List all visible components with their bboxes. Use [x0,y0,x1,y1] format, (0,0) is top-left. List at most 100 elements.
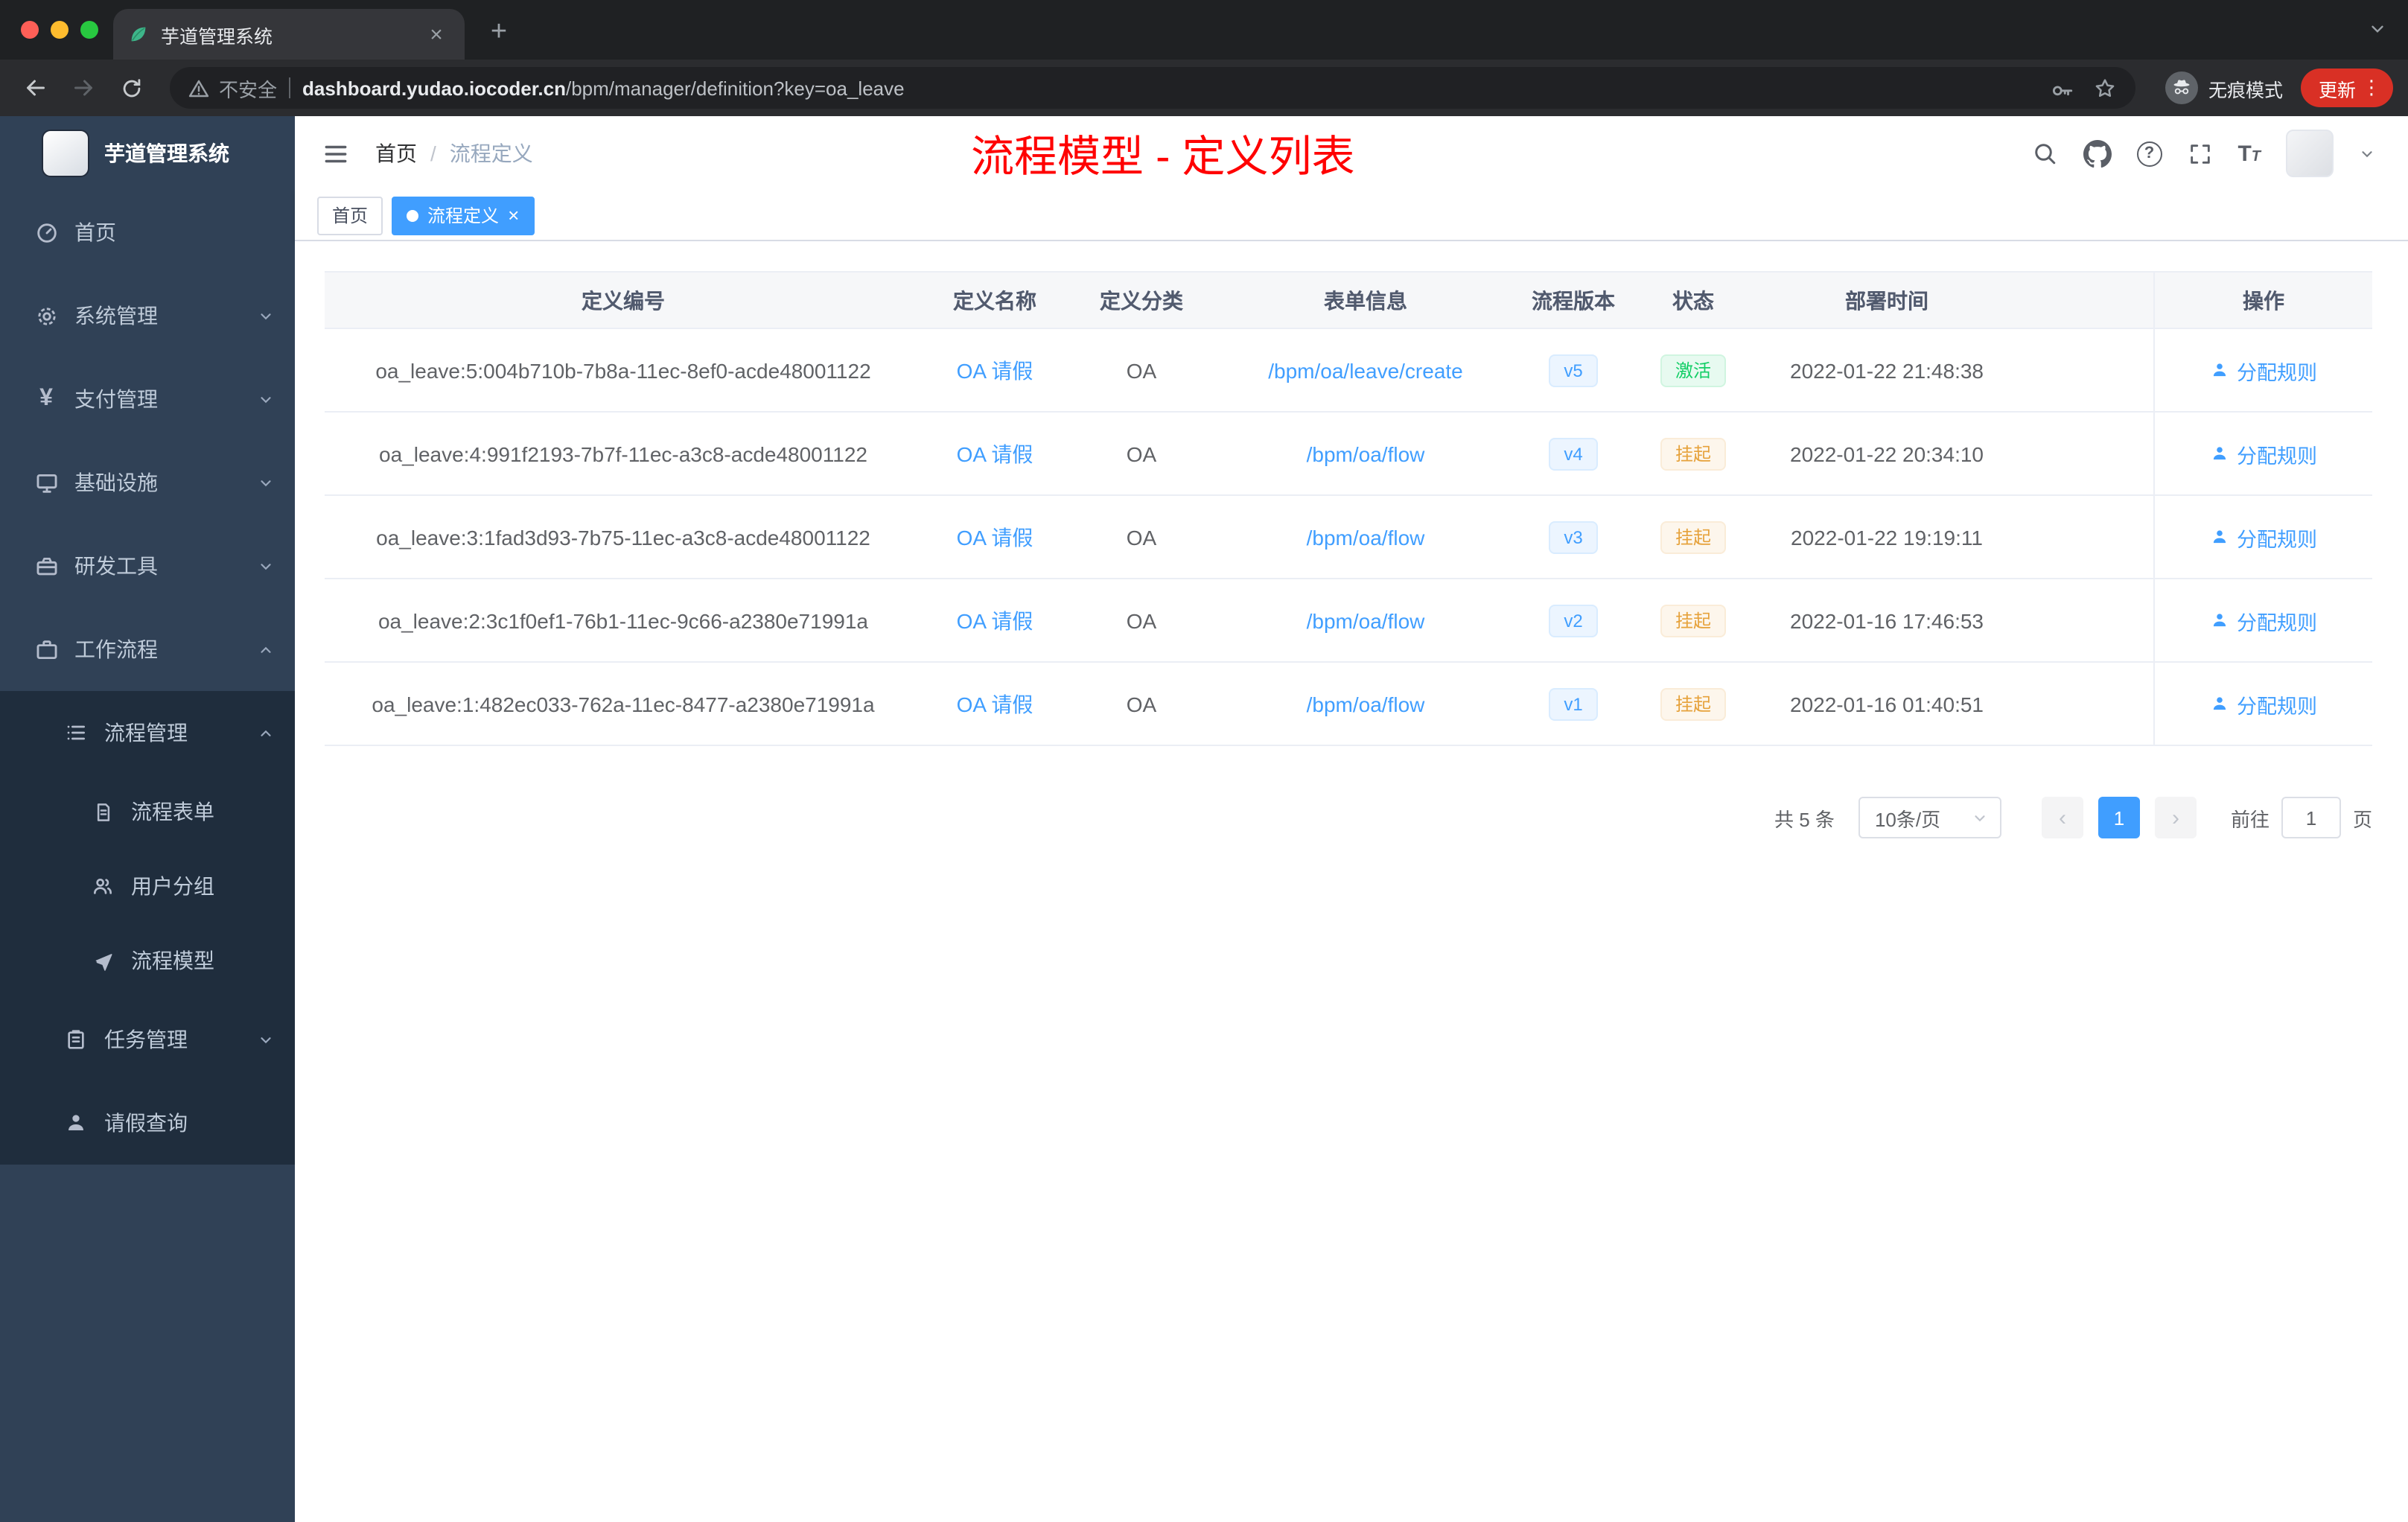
assign-rule-link[interactable]: 分配规则 [2210,355,2317,385]
cell-deploy-time: 2022-01-16 01:40:51 [1790,692,1984,716]
monitor-icon [33,470,60,495]
column-header-form-info: 表单信息 [1324,288,1407,312]
password-key-icon[interactable] [2049,75,2074,101]
cell-category: OA [1126,608,1157,632]
browser-toolbar: 不安全 dashboard.yudao.iocoder.cn/bpm/manag… [0,60,2408,116]
form-info-link[interactable]: /bpm/oa/flow [1307,692,1425,716]
tab-search-caret-icon[interactable] [2368,19,2387,39]
breadcrumb: 首页 / 流程定义 [375,138,533,168]
definition-name-link[interactable]: OA 请假 [957,608,1033,632]
back-button[interactable] [15,67,57,109]
list-icon [63,721,89,745]
tab-close-icon[interactable]: × [423,21,450,48]
dashboard-icon [33,220,60,245]
person-icon [63,1111,89,1135]
user-avatar[interactable] [2286,130,2334,177]
assign-rule-link[interactable]: 分配规则 [2210,439,2317,468]
cell-definition-id: oa_leave:2:3c1f0ef1-76b1-11ec-9c66-a2380… [378,608,868,632]
new-tab-button[interactable]: + [480,13,518,52]
help-icon[interactable]: ? [2136,141,2162,166]
definition-name-link[interactable]: OA 请假 [957,442,1033,465]
bookmark-star-icon[interactable] [2092,75,2118,101]
table-row: oa_leave:1:482ec033-762a-11ec-8477-a2380… [325,663,2372,746]
incognito-badge: 无痕模式 [2165,71,2283,104]
cell-deploy-time: 2022-01-22 19:19:11 [1791,525,1983,549]
pagination-total: 共 5 条 [1774,808,1835,830]
cell-definition-id: oa_leave:5:004b710b-7b8a-11ec-8ef0-acde4… [375,358,871,382]
sidebar-item-user-group[interactable]: 用户分组 [0,849,295,923]
minimize-window-button[interactable] [51,21,69,39]
next-page-button[interactable]: › [2154,797,2197,838]
paper-plane-icon [89,949,116,972]
sidebar-item-payment-management[interactable]: ¥ 支付管理 [0,357,295,441]
avatar-caret-icon[interactable] [2359,145,2375,162]
reload-button[interactable] [110,67,152,109]
form-info-link[interactable]: /bpm/oa/flow [1307,525,1425,549]
prev-page-button[interactable]: ‹ [2041,797,2083,838]
goto-page-input[interactable] [2281,797,2341,838]
definition-name-link[interactable]: OA 请假 [957,525,1033,549]
cell-deploy-time: 2022-01-22 20:34:10 [1790,442,1984,465]
form-info-link[interactable]: /bpm/oa/leave/create [1268,358,1463,382]
tag-close-icon[interactable]: × [508,206,519,225]
column-header-status: 状态 [1672,288,1714,312]
hamburger-icon[interactable] [319,137,351,170]
definition-name-link[interactable]: OA 请假 [957,358,1033,382]
column-header-actions: 操作 [2153,273,2372,328]
form-info-link[interactable]: /bpm/oa/flow [1307,442,1425,465]
goto-prefix: 前往 [2230,808,2270,830]
sidebar-item-dev-tools[interactable]: 研发工具 [0,524,295,608]
sidebar-item-task-management[interactable]: 任务管理 [0,998,295,1081]
assign-rule-link[interactable]: 分配规则 [2210,522,2317,552]
page-size-select[interactable]: 10条/页 [1858,797,2001,838]
page-number-button[interactable]: 1 [2098,797,2140,838]
address-bar[interactable]: 不安全 dashboard.yudao.iocoder.cn/bpm/manag… [170,67,2135,109]
sidebar-item-process-form[interactable]: 流程表单 [0,774,295,849]
browser-tab[interactable]: 芋道管理系统 × [113,9,465,60]
page-annotation: 流程模型 - 定义列表 [971,134,1355,182]
sidebar-item-process-model[interactable]: 流程模型 [0,923,295,998]
definition-table: 定义编号 定义名称 定义分类 表单信息 流程版本 状态 部署时间 操作 oa_l… [325,271,2372,746]
cell-category: OA [1126,692,1157,716]
tag-home[interactable]: 首页 [317,196,383,235]
incognito-label: 无痕模式 [2208,80,2283,101]
tag-process-definition[interactable]: 流程定义 × [392,196,535,235]
app-navbar: 首页 / 流程定义 流程模型 - 定义列表 ? TT [295,116,2408,191]
security-indicator[interactable]: 不安全 [188,74,277,102]
column-header-deploy-time: 部署时间 [1845,288,1928,312]
version-badge: v3 [1549,520,1598,553]
screenshot-stage: 芋道管理系统 × + 不安全 dashboard.yudao.iocoder.c… [0,0,2408,1522]
search-icon[interactable] [2030,140,2057,167]
status-badge: 激活 [1660,354,1726,386]
more-menu-icon[interactable]: ⋮ [2362,76,2381,100]
sidebar-item-infrastructure[interactable]: 基础设施 [0,441,295,524]
sidebar-item-home[interactable]: 首页 [0,191,295,274]
table-row: oa_leave:4:991f2193-7b7f-11ec-a3c8-acde4… [325,413,2372,496]
assign-rule-link[interactable]: 分配规则 [2210,689,2317,719]
font-size-icon[interactable]: TT [2237,142,2261,165]
breadcrumb-home[interactable]: 首页 [375,138,417,168]
sidebar-item-system-management[interactable]: 系统管理 [0,274,295,357]
user-group-icon [89,874,116,898]
user-icon [2210,527,2229,547]
status-badge: 挂起 [1660,437,1726,470]
chevron-down-icon [258,1031,274,1048]
cell-category: OA [1126,442,1157,465]
form-info-link[interactable]: /bpm/oa/flow [1307,608,1425,632]
assign-rule-link[interactable]: 分配规则 [2210,605,2317,635]
sidebar-item-leave-query[interactable]: 请假查询 [0,1081,295,1165]
sidebar-item-workflow[interactable]: 工作流程 [0,608,295,691]
forward-button[interactable] [63,67,104,109]
app-logo[interactable]: 芋道管理系统 [0,116,295,191]
definition-name-link[interactable]: OA 请假 [957,692,1033,716]
fullscreen-icon[interactable] [2187,141,2212,166]
sidebar-item-process-management[interactable]: 流程管理 [0,691,295,774]
column-header-definition-id: 定义编号 [582,288,665,312]
breadcrumb-current: 流程定义 [449,141,533,165]
close-window-button[interactable] [21,21,39,39]
github-icon[interactable] [2083,139,2112,168]
zoom-window-button[interactable] [80,21,98,39]
macos-window-controls [21,21,98,39]
column-header-definition-category: 定义分类 [1100,288,1183,312]
browser-update-button[interactable]: 更新 ⋮ [2300,69,2393,107]
